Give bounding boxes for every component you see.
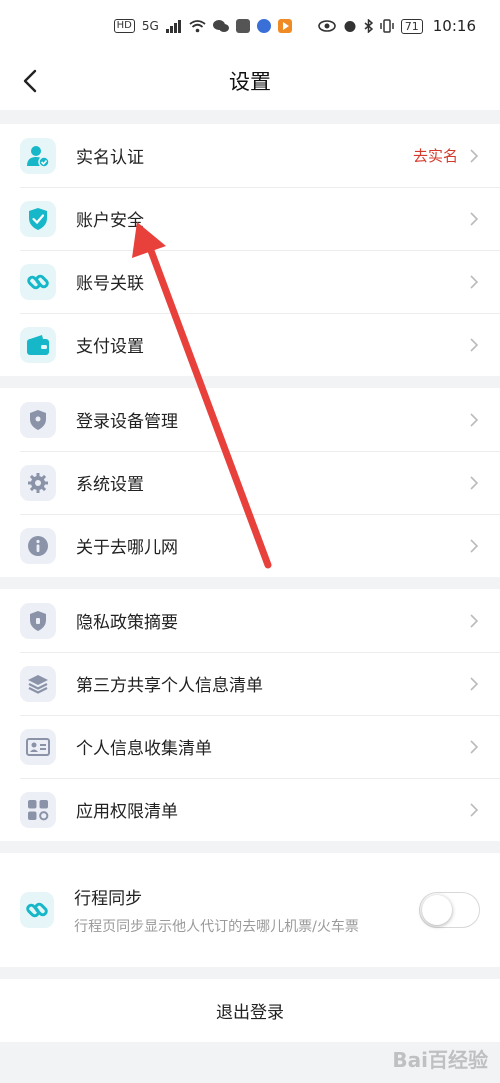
bluetooth-icon: [364, 19, 373, 33]
trip-sync-text: 行程同步 行程页同步显示他人代订的去哪儿机票/火车票: [74, 884, 409, 937]
toggle-knob: [422, 895, 453, 925]
status-bar: HD 5G 71 10:16: [0, 0, 500, 52]
shield-icon: [20, 401, 56, 438]
trip-sync-title: 行程同步: [74, 888, 143, 909]
trip-sync-description: 行程页同步显示他人代订的去哪儿机票/火车票: [74, 918, 359, 935]
app-icon-3: [277, 19, 292, 33]
settings-row-info-collection[interactable]: 个人信息收集清单: [0, 715, 500, 778]
alarm-icon: [344, 21, 356, 32]
chevron-right-icon: [470, 274, 479, 289]
wallet-icon: [20, 326, 56, 363]
user-verify-icon: [20, 137, 56, 174]
row-label: 登录设备管理: [76, 412, 178, 432]
app-icon-2: [256, 19, 271, 33]
shield-check-icon: [20, 200, 56, 237]
row-label: 账户安全: [76, 211, 144, 231]
back-arrow-icon[interactable]: [16, 66, 46, 96]
app-icon-1: [235, 19, 250, 33]
chevron-right-icon: [470, 211, 479, 226]
trip-sync-group: 行程同步 行程页同步显示他人代订的去哪儿机票/火车票: [0, 853, 500, 967]
hd-badge: HD: [113, 19, 135, 33]
chevron-right-icon: [470, 148, 479, 163]
settings-row-about[interactable]: 关于去哪儿网: [0, 514, 500, 577]
trip-sync-toggle[interactable]: [419, 892, 480, 928]
row-label: 系统设置: [76, 475, 144, 495]
settings-row-account-security[interactable]: 账户安全: [0, 187, 500, 250]
chevron-right-icon: [470, 538, 479, 553]
link-icon: [20, 892, 55, 928]
chevron-right-icon: [470, 475, 479, 490]
settings-row-system[interactable]: 系统设置: [0, 451, 500, 514]
eye-icon: [317, 20, 336, 32]
row-label: 关于去哪儿网: [76, 538, 178, 558]
settings-row-third-party-sharing[interactable]: 第三方共享个人信息清单: [0, 652, 500, 715]
row-label: 第三方共享个人信息清单: [76, 676, 263, 696]
chevron-right-icon: [470, 676, 479, 691]
wechat-icon: [212, 20, 229, 32]
clock: 10:16: [432, 17, 476, 35]
settings-row-trip-sync: 行程同步 行程页同步显示他人代订的去哪儿机票/火车票: [0, 853, 500, 967]
settings-row-real-name[interactable]: 实名认证 去实名: [0, 124, 500, 187]
privacy-shield-icon: [20, 602, 56, 639]
page-title: 设置: [229, 70, 271, 94]
gear-icon: [20, 464, 56, 501]
settings-row-app-permissions[interactable]: 应用权限清单: [0, 778, 500, 841]
row-label: 实名认证: [76, 148, 144, 168]
row-label: 账号关联: [76, 274, 144, 294]
signal-icon: [165, 19, 181, 33]
verify-now-link[interactable]: 去实名: [413, 145, 458, 166]
watermark: Bai百经验: [392, 1048, 488, 1072]
chevron-right-icon: [470, 802, 479, 817]
settings-row-privacy-summary[interactable]: 隐私政策摘要: [0, 589, 500, 652]
settings-row-account-linking[interactable]: 账号关联: [0, 250, 500, 313]
row-label: 支付设置: [76, 337, 144, 357]
account-settings-group: 实名认证 去实名 账户安全 账号关联 支付设置: [0, 124, 500, 376]
row-label: 应用权限清单: [76, 802, 178, 822]
wifi-icon: [189, 19, 206, 32]
logout-button[interactable]: 退出登录: [0, 979, 500, 1042]
layers-icon: [20, 665, 56, 702]
chevron-right-icon: [470, 412, 479, 427]
signal-label: 5G: [141, 19, 159, 33]
system-settings-group: 登录设备管理 系统设置 关于去哪儿网: [0, 388, 500, 577]
id-card-icon: [20, 728, 56, 765]
settings-row-login-devices[interactable]: 登录设备管理: [0, 388, 500, 451]
row-label: 隐私政策摘要: [76, 613, 178, 633]
battery-icon: 71: [400, 18, 423, 34]
status-icons: HD 5G 71: [113, 18, 423, 34]
settings-row-payment[interactable]: 支付设置: [0, 313, 500, 376]
chevron-right-icon: [470, 613, 479, 628]
vibrate-icon: [380, 19, 394, 33]
chevron-right-icon: [470, 739, 479, 754]
info-icon: [20, 527, 56, 564]
grid-icon: [20, 791, 56, 828]
privacy-group: 隐私政策摘要 第三方共享个人信息清单 个人信息收集清单 应用权限清单: [0, 589, 500, 841]
row-label: 个人信息收集清单: [76, 739, 212, 759]
link-icon: [20, 263, 56, 300]
nav-bar: 设置: [0, 52, 500, 110]
chevron-right-icon: [470, 337, 479, 352]
